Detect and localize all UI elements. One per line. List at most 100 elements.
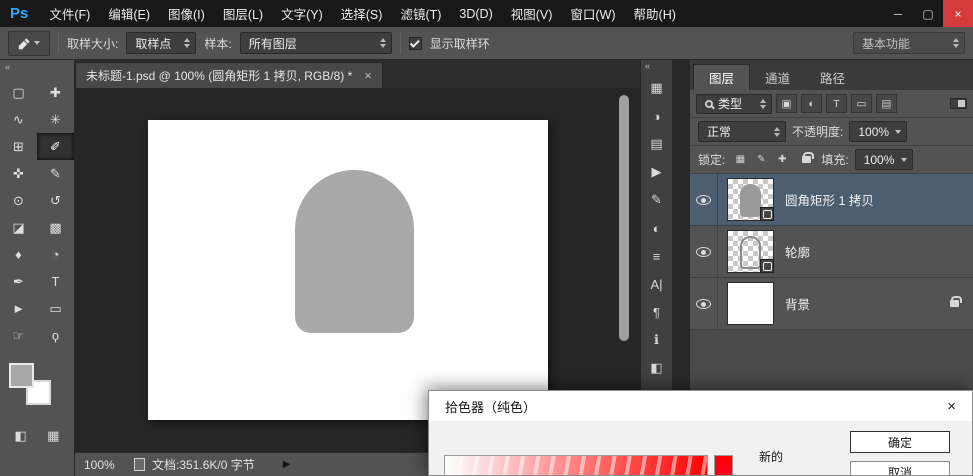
hand-tool[interactable]: ☞ (0, 322, 37, 349)
panel-tab[interactable]: 路径 (805, 64, 860, 90)
opacity-field[interactable]: 100% (849, 121, 908, 142)
show-sampling-ring-checkbox[interactable] (408, 36, 422, 50)
crop-tool[interactable]: ⊞ (0, 133, 37, 160)
quick-selection-tool[interactable]: ✳ (37, 106, 74, 133)
layer-thumbnail[interactable] (727, 230, 774, 273)
lock-row: 锁定: ▦ ✎ ✚ 填充: 100% (690, 146, 973, 174)
quick-mask-button[interactable]: ◧ (9, 425, 33, 447)
layer-visibility-toggle[interactable] (690, 226, 718, 277)
collapse-toolbar-button[interactable]: « (0, 60, 74, 74)
swatches-panel-icon[interactable]: ▦ (644, 76, 670, 101)
hue-slider[interactable] (714, 455, 733, 475)
tools-grid: ▢ ✚ ∿ ✳ ⊞ ✐ ✜ ✎ ⊙ ↺ ◪ ▩ ♦ ◔ ✒ T ► ▭ ☞ ϙ (0, 74, 74, 349)
menu-item[interactable]: 图像(I) (159, 0, 214, 27)
layer-visibility-toggle[interactable] (690, 174, 718, 225)
gradient-tool[interactable]: ▩ (37, 214, 74, 241)
menu-item[interactable]: 文字(Y) (272, 0, 332, 27)
filter-type-layers-icon[interactable]: T (826, 94, 847, 113)
menu-item[interactable]: 3D(D) (450, 0, 501, 27)
blur-tool[interactable]: ♦ (0, 241, 37, 268)
lock-position-icon[interactable]: ✚ (773, 151, 791, 168)
pen-tool[interactable]: ✒ (0, 268, 37, 295)
info-panel-icon[interactable]: ℹ (644, 328, 670, 353)
menu-item[interactable]: 选择(S) (332, 0, 392, 27)
dialog-close-button[interactable]: × (947, 398, 956, 415)
layer-name[interactable]: 轮廓 (785, 242, 810, 261)
fill-field[interactable]: 100% (854, 149, 913, 170)
eraser-tool[interactable]: ◪ (0, 214, 37, 241)
layer-row-rounded-rect-copy[interactable]: 圆角矩形 1 拷贝 (690, 174, 973, 226)
type-tool[interactable]: T (37, 268, 74, 295)
layer-thumbnail[interactable] (727, 282, 774, 325)
document-canvas[interactable] (148, 120, 548, 420)
blend-mode-select[interactable]: 正常 (698, 121, 786, 142)
layer-name[interactable]: 背景 (785, 294, 810, 313)
layer-row-background[interactable]: 背景 (690, 278, 973, 330)
cancel-button[interactable]: 取消 (850, 461, 950, 475)
shape-tool[interactable]: ▭ (37, 295, 74, 322)
tool-preset-button[interactable] (8, 30, 50, 56)
filter-shape-layers-icon[interactable]: ▭ (851, 94, 872, 113)
screen-mode-button[interactable]: ▦ (41, 425, 65, 447)
lock-image-pixels-icon[interactable]: ✎ (752, 151, 770, 168)
lock-all-icon[interactable] (797, 151, 815, 168)
character-panel-icon[interactable]: A| (644, 272, 670, 297)
clone-stamp-tool[interactable]: ⊙ (0, 187, 37, 214)
filter-active-toggle[interactable] (950, 98, 967, 109)
histogram-panel-icon[interactable]: ◧ (644, 356, 670, 381)
move-tool[interactable]: ✚ (37, 79, 74, 106)
menu-item[interactable]: 窗口(W) (561, 0, 624, 27)
menu-item[interactable]: 图层(L) (214, 0, 272, 27)
dialog-title-bar[interactable]: 拾色器（纯色） × (429, 391, 972, 421)
sample-select[interactable]: 所有图层 (239, 32, 392, 54)
status-options-arrow-icon[interactable]: ▶ (283, 459, 291, 470)
layer-comps-panel-icon[interactable]: ≡ (644, 244, 670, 269)
brush-tool[interactable]: ✎ (37, 160, 74, 187)
menu-item[interactable]: 帮助(H) (625, 0, 685, 27)
lock-transparent-pixels-icon[interactable]: ▦ (731, 151, 749, 168)
layer-filter-select[interactable]: 类型 (696, 93, 772, 114)
healing-brush-tool[interactable]: ✜ (0, 160, 37, 187)
menu-items: 文件(F) 编辑(E) 图像(I) 图层(L) 文字(Y) 选择(S) 滤镜(T) 3D(D)… (40, 0, 685, 27)
history-brush-tool[interactable]: ↺ (37, 187, 74, 214)
adjustments-panel-icon[interactable]: ◐ (644, 216, 670, 241)
layer-name[interactable]: 圆角矩形 1 拷贝 (785, 190, 874, 209)
tab-close-icon[interactable]: × (364, 68, 372, 83)
dodge-tool[interactable]: ◔ (37, 241, 74, 268)
shape-layer-badge-icon (760, 207, 774, 221)
actions-panel-icon[interactable]: ▶ (644, 160, 670, 185)
layer-visibility-toggle[interactable] (690, 278, 718, 329)
foreground-color-swatch[interactable] (9, 363, 34, 388)
restore-button[interactable]: ▢ (913, 0, 943, 27)
menu-item[interactable]: 滤镜(T) (391, 0, 450, 27)
layer-row-outline[interactable]: 轮廓 (690, 226, 973, 278)
layer-thumbnail[interactable] (727, 178, 774, 221)
close-button[interactable]: × (943, 0, 973, 27)
sample-size-select[interactable]: 取样点 (126, 32, 197, 54)
lasso-tool[interactable]: ∿ (0, 106, 37, 133)
zoom-level-field[interactable]: 100% (84, 458, 122, 472)
color-panel-icon[interactable]: ◑ (644, 104, 670, 129)
brush-panel-icon[interactable]: ✎ (644, 188, 670, 213)
filter-pixel-layers-icon[interactable]: ▣ (776, 94, 797, 113)
menu-item[interactable]: 视图(V) (502, 0, 562, 27)
eyedropper-tool[interactable]: ✐ (37, 133, 74, 160)
color-field[interactable] (444, 455, 708, 475)
ok-button[interactable]: 确定 (850, 431, 950, 453)
menu-item[interactable]: 编辑(E) (99, 0, 159, 27)
menu-item[interactable]: 文件(F) (40, 0, 99, 27)
workspace-switcher[interactable]: 基本功能 (853, 32, 965, 54)
paragraph-panel-icon[interactable]: ¶ (644, 300, 670, 325)
rectangular-marquee-tool[interactable]: ▢ (0, 79, 37, 106)
vertical-scrollbar[interactable] (619, 95, 629, 341)
filter-smart-objects-icon[interactable]: ▤ (876, 94, 897, 113)
styles-panel-icon[interactable]: ▤ (644, 132, 670, 157)
minimize-button[interactable]: ─ (883, 0, 913, 27)
zoom-tool[interactable]: ϙ (37, 322, 74, 349)
filter-adjustment-layers-icon[interactable]: ◐ (801, 94, 822, 113)
path-selection-tool[interactable]: ► (0, 295, 37, 322)
panel-tab[interactable]: 图层 (693, 64, 751, 90)
collapse-dock-button[interactable]: « (641, 60, 650, 74)
document-tab[interactable]: 未标题-1.psd @ 100% (圆角矩形 1 拷贝, RGB/8) * × (75, 62, 383, 88)
panel-tab[interactable]: 通道 (750, 64, 805, 90)
